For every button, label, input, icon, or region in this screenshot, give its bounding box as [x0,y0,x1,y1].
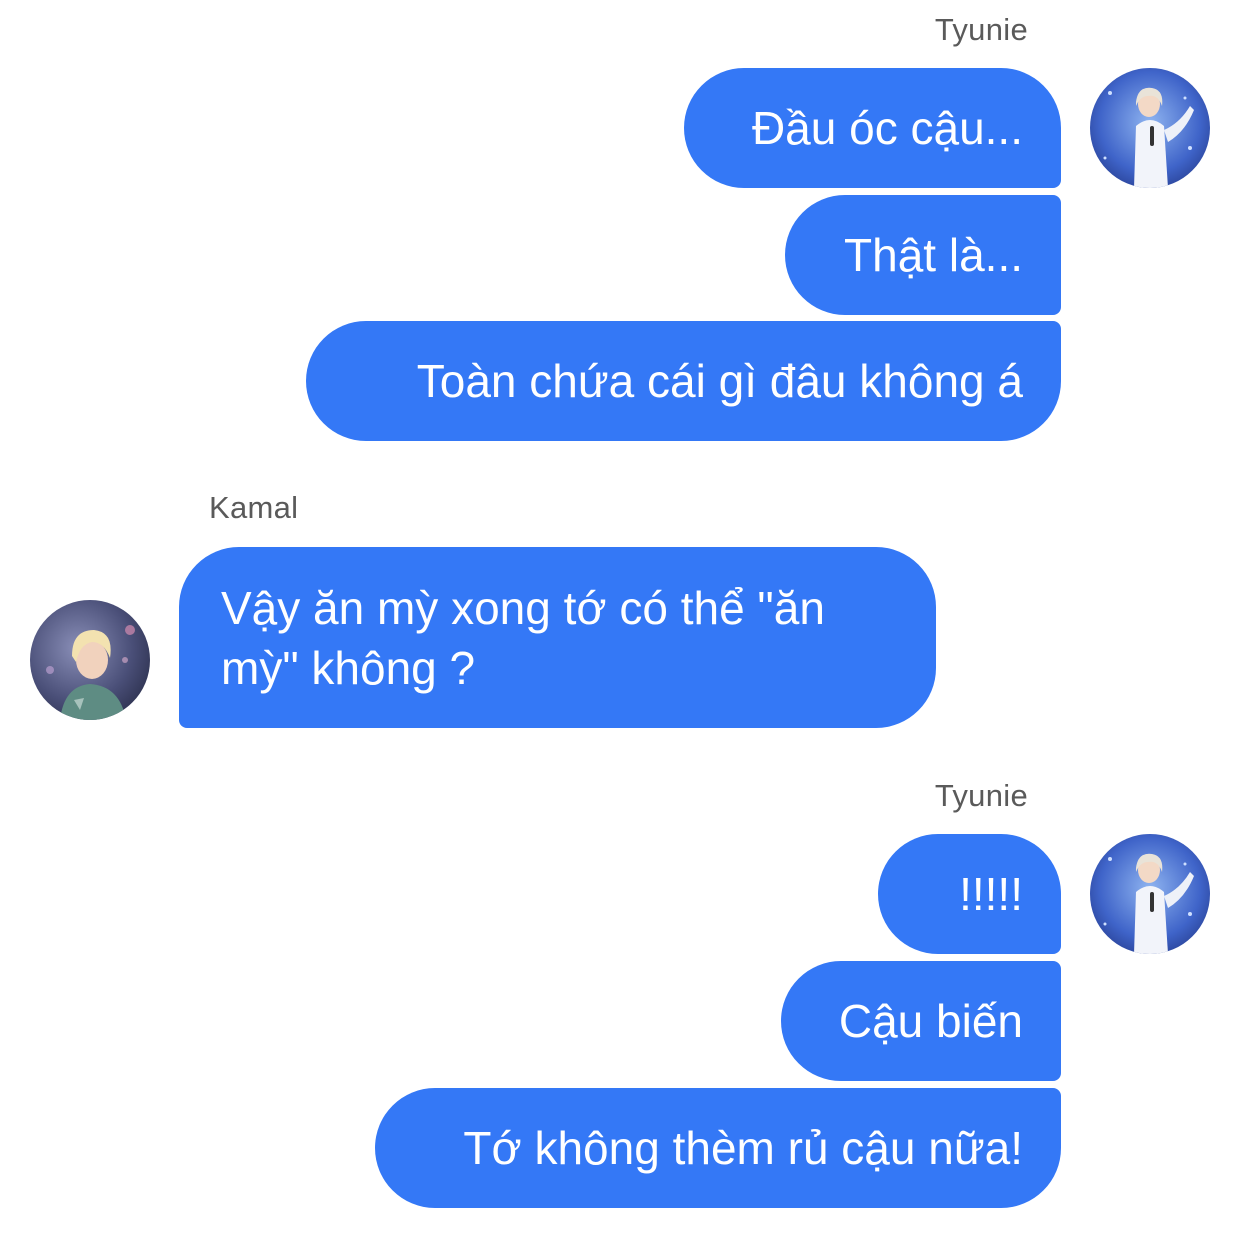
avatar-photo-icon [30,600,150,720]
message-text: Cậu biến [838,995,1023,1047]
message-text: !!!!! [959,868,1023,920]
message-bubble[interactable]: Cậu biến [781,961,1061,1081]
sender-name-tyunie: Tyunie [934,12,1028,47]
message-text: Toàn chứa cái gì đâu không á [416,355,1023,407]
message-bubble[interactable]: Tớ không thèm rủ cậu nữa! [375,1088,1061,1208]
message-bubble[interactable]: !!!!! [878,834,1061,954]
message-bubble[interactable]: Thật là... [785,195,1061,315]
avatar-tyunie[interactable] [1090,68,1210,188]
avatar-photo-icon [1090,68,1210,188]
message-text: Đầu óc cậu... [751,102,1023,154]
avatar-tyunie[interactable] [1090,834,1210,954]
avatar-photo-icon [1090,834,1210,954]
sender-name-kamal: Kamal [209,490,299,525]
message-bubble[interactable]: Toàn chứa cái gì đâu không á [306,321,1061,441]
sender-name-tyunie: Tyunie [934,778,1028,813]
message-text: Thật là... [844,229,1023,281]
message-text: Vậy ăn mỳ xong tớ có thể "ăn mỳ" không ? [221,581,825,694]
message-bubble[interactable]: Vậy ăn mỳ xong tớ có thể "ăn mỳ" không ? [179,547,936,728]
message-text: Tớ không thèm rủ cậu nữa! [463,1122,1023,1174]
message-bubble[interactable]: Đầu óc cậu... [684,68,1061,188]
avatar-kamal[interactable] [30,600,150,720]
